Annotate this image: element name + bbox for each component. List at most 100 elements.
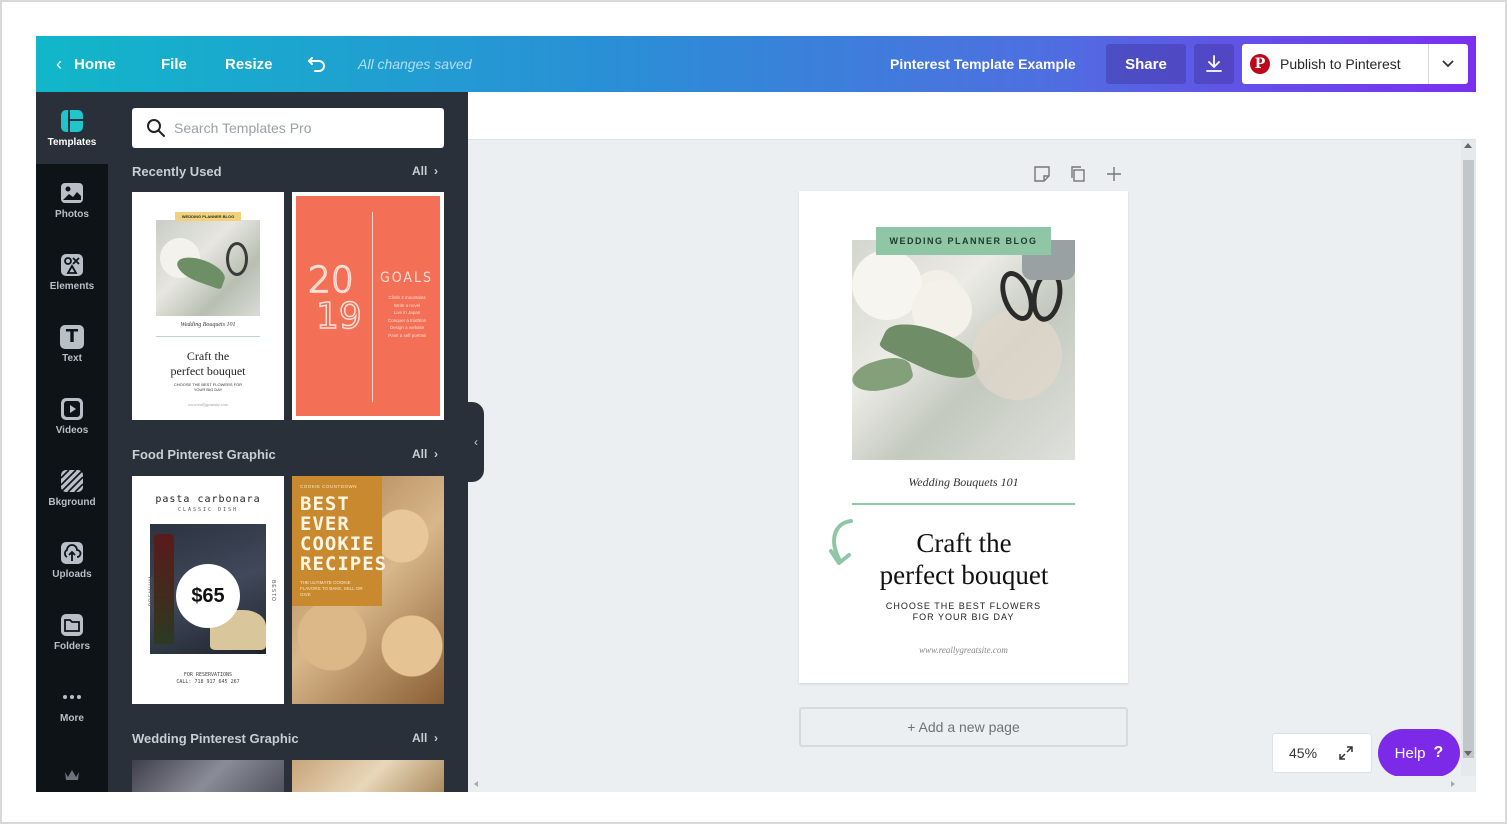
pinterest-logo-icon: P [1250, 54, 1270, 74]
design-tagline-line1[interactable]: CHOOSE THE BEST FLOWERS [799, 601, 1128, 611]
template-thumb-pasta[interactable]: pasta carbonara CLASSIC DISH $65 PREMIUM… [132, 476, 284, 704]
save-status: All changes saved [358, 56, 472, 72]
rail-label: Uploads [52, 568, 92, 580]
template-thumb-wedding[interactable]: WEDDING PLANNER BLOG Wedding Bouquets 10… [132, 192, 284, 420]
add-page-icon[interactable] [1105, 165, 1123, 188]
rail-label: Templates [47, 136, 97, 148]
design-page[interactable]: WEDDING PLANNER BLOG Wedding Bouquets 10… [799, 191, 1128, 683]
templates-icon [60, 109, 84, 133]
publish-to-pinterest-button[interactable]: P Publish to Pinterest [1242, 44, 1468, 84]
see-all-label: All [411, 447, 428, 461]
uploads-icon [60, 541, 84, 565]
pasta-subtitle: CLASSIC DISH [177, 507, 239, 513]
rail-item-more[interactable]: More [36, 668, 108, 740]
template-title-line2: perfect bouquet [170, 364, 246, 378]
section-title: Recently Used [132, 164, 222, 179]
rail-item-background[interactable]: Bkground [36, 452, 108, 524]
rail-label: Bkground [48, 496, 96, 508]
section-header-food: Food Pinterest Graphic All › [132, 447, 444, 467]
zoom-control[interactable]: 45% [1272, 733, 1372, 773]
design-tagline-line2[interactable]: FOR YOUR BIG DAY [799, 612, 1128, 622]
templates-panel: Recently Used All › WEDDING PLANNER BLOG… [108, 92, 468, 792]
scroll-left-icon[interactable] [474, 781, 478, 787]
add-new-page-button[interactable]: + Add a new page [799, 707, 1128, 747]
rail-item-elements[interactable]: Elements [36, 236, 108, 308]
vertical-scrollbar[interactable] [1461, 140, 1476, 776]
design-url[interactable]: www.reallygreatsite.com [799, 645, 1128, 655]
see-all-link[interactable]: All › [412, 164, 438, 178]
rail-item-photos[interactable]: Photos [36, 164, 108, 236]
design-photo[interactable] [852, 240, 1075, 460]
rail-label: Videos [55, 424, 89, 436]
design-title-line2[interactable]: perfect bouquet [839, 560, 1089, 591]
section-header-recently-used: Recently Used All › [132, 164, 444, 184]
goal-item: Conquer a triathlon [387, 317, 427, 323]
canvas-toolbar [468, 92, 1476, 140]
rail-label: Elements [49, 280, 95, 292]
chevron-left-icon: ‹ [56, 53, 62, 74]
chevron-down-icon [1442, 60, 1454, 68]
rail-item-templates[interactable]: Templates [36, 92, 108, 164]
rail-item-text[interactable]: T Text [36, 308, 108, 380]
pasta-title: pasta carbonara [155, 494, 261, 505]
top-bar: ‹ Home File Resize All changes saved Pin… [36, 36, 1476, 92]
scroll-up-icon[interactable] [1464, 143, 1472, 148]
section-title: Food Pinterest Graphic [132, 447, 276, 462]
collapse-panel-button[interactable]: ‹ [468, 402, 484, 482]
goals-year-top: 20 [307, 260, 354, 301]
help-button[interactable]: Help ? [1378, 729, 1460, 777]
template-thumb-goals[interactable]: 20 19 GOALS Climb 3 mountains Write a no… [292, 192, 444, 420]
pasta-footer-line1: FOR RESERVATIONS [183, 672, 233, 678]
rail-label: More [60, 712, 84, 724]
expand-icon [1339, 746, 1353, 760]
see-all-link[interactable]: All › [412, 731, 438, 745]
horizontal-scrollbar[interactable] [468, 776, 1461, 792]
home-button[interactable]: ‹ Home [56, 36, 116, 92]
search-input[interactable] [174, 108, 434, 148]
scroll-down-icon[interactable] [1464, 751, 1472, 756]
template-thumb-cookie[interactable]: COOKIE COUNTDOWN BEST EVER COOKIE RECIPE… [292, 476, 444, 704]
scrollbar-thumb[interactable] [1463, 160, 1474, 758]
photos-icon [60, 181, 84, 205]
cookie-subtitle: THE ULTIMATE COOKIE FLAVORS TO BAKE, SEL… [300, 580, 363, 597]
goal-item: Paint a self portrait [388, 332, 426, 338]
undo-icon [308, 57, 325, 72]
text-icon: T [60, 324, 84, 349]
zoom-level[interactable]: 45% [1289, 734, 1317, 772]
rail-item-uploads[interactable]: Uploads [36, 524, 108, 596]
fullscreen-button[interactable] [1335, 742, 1357, 764]
template-thumb-wedding-3[interactable] [292, 760, 444, 792]
note-icon[interactable] [1033, 165, 1051, 188]
background-icon [60, 468, 84, 493]
design-tag[interactable]: WEDDING PLANNER BLOG [876, 227, 1051, 255]
document-title[interactable]: Pinterest Template Example [890, 36, 1076, 92]
rail-item-folders[interactable]: Folders [36, 596, 108, 668]
price-badge: $65 [176, 564, 240, 628]
see-all-label: All [411, 731, 428, 745]
file-menu[interactable]: File [161, 36, 187, 92]
download-button[interactable] [1194, 44, 1234, 84]
template-url: www.reallygreatsite.com [188, 402, 228, 407]
left-rail: Templates Photos Elements T Text Videos [36, 92, 108, 792]
crown-icon[interactable] [64, 768, 80, 787]
resize-button[interactable]: Resize [225, 36, 273, 92]
share-button[interactable]: Share [1106, 44, 1186, 84]
duplicate-page-icon[interactable] [1069, 165, 1087, 188]
design-title-line1[interactable]: Craft the [839, 528, 1089, 559]
template-thumb-wedding-2[interactable] [132, 760, 284, 792]
design-subtitle[interactable]: Wedding Bouquets 101 [799, 475, 1128, 490]
rail-item-videos[interactable]: Videos [36, 380, 108, 452]
undo-button[interactable] [306, 36, 328, 92]
see-all-link[interactable]: All › [412, 447, 438, 461]
pasta-footer-line2: CALL: 718 917 645 267 [176, 679, 240, 685]
scroll-right-icon[interactable] [1451, 781, 1455, 787]
window-frame: ‹ Home File Resize All changes saved Pin… [0, 0, 1507, 824]
template-tag: WEDDING PLANNER BLOG [175, 212, 241, 221]
cookie-label-block: COOKIE COUNTDOWN BEST EVER COOKIE RECIPE… [292, 476, 386, 606]
cookie-tag: COOKIE COUNTDOWN [300, 484, 357, 489]
divider [372, 212, 373, 402]
page-tools [1031, 163, 1131, 185]
section-header-wedding: Wedding Pinterest Graphic All › [132, 731, 444, 751]
search-box[interactable] [132, 108, 444, 148]
publish-options-button[interactable] [1428, 44, 1468, 84]
